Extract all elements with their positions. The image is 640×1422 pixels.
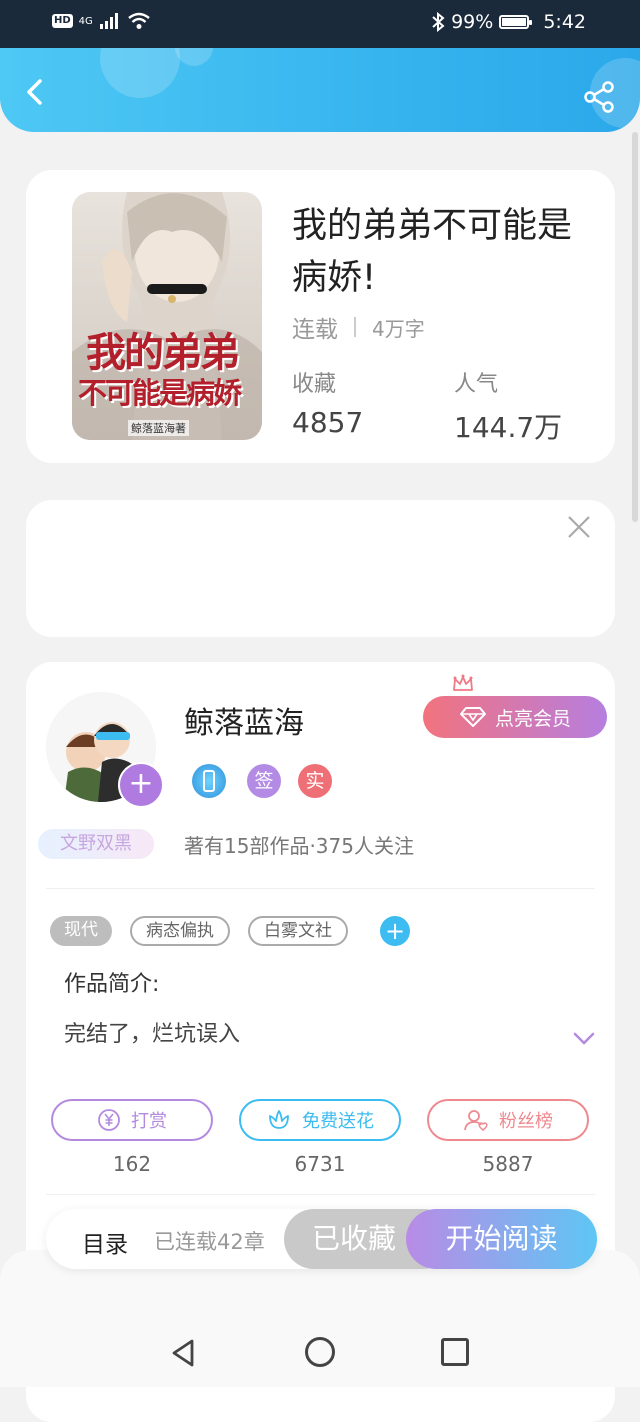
nickname-tag: 文野双黑 — [38, 829, 154, 859]
cover-author-stamp: 鲸落蓝海著 — [128, 420, 189, 436]
divider — [46, 1194, 595, 1195]
popularity-value: 144.7万 — [454, 411, 563, 444]
nav-back-icon[interactable] — [170, 1338, 196, 1368]
fan-rank-button[interactable]: 粉丝榜 — [427, 1099, 589, 1141]
cover-title-line2: 不可能是病娇 — [78, 376, 242, 410]
favorites-label: 收藏 — [292, 372, 337, 397]
decor-bubble — [100, 48, 180, 98]
tag-publisher[interactable]: 白雾文社 — [248, 916, 348, 946]
word-count: 4万字 — [372, 316, 425, 341]
diamond-icon — [459, 707, 486, 727]
tag-obsession[interactable]: 病态偏执 — [130, 916, 230, 946]
toc-button[interactable]: 目录 — [82, 1225, 128, 1259]
fan-count: 5887 — [482, 1152, 534, 1176]
real-name-badge[interactable]: 实 — [298, 764, 332, 798]
close-icon[interactable] — [566, 514, 592, 540]
system-nav-bar — [0, 1250, 640, 1387]
flower-icon — [269, 1110, 289, 1129]
tip-button[interactable]: 打赏 — [51, 1099, 213, 1141]
send-flower-label: 免费送花 — [302, 1111, 374, 1132]
book-meta: 连载 4万字 — [292, 310, 425, 344]
vip-label: 点亮会员 — [494, 707, 571, 730]
decor-bubble — [175, 48, 213, 66]
phone-icon — [203, 770, 215, 792]
popularity-label: 人气 — [454, 372, 499, 397]
signed-badge[interactable]: 签 — [247, 764, 281, 798]
tag-modern[interactable]: 现代 — [50, 916, 112, 946]
meta-divider — [354, 317, 356, 337]
status-bar: HD 4G 99% 5:42 — [0, 0, 640, 48]
bottom-action-bar: 目录 已连载42章 已收藏 开始阅读 — [46, 1209, 597, 1269]
fan-rank-label: 粉丝榜 — [499, 1111, 553, 1132]
ad-banner — [26, 500, 615, 637]
yen-icon — [98, 1109, 120, 1131]
chapter-count[interactable]: 已连载42章 — [154, 1226, 265, 1256]
divider — [46, 888, 595, 889]
intro-text: 完结了，烂坑误入 — [64, 1022, 241, 1047]
tag-list: 现代 病态偏执 白雾文社 + — [50, 916, 410, 946]
nav-recents-icon[interactable] — [441, 1338, 469, 1366]
follow-author-button[interactable]: + — [118, 762, 164, 808]
send-flower-button[interactable]: 免费送花 — [239, 1099, 401, 1141]
book-info-card: 我的弟弟 不可能是病娇 鲸落蓝海著 我的弟弟不可能是病娇! 连载 4万字 收藏 … — [26, 170, 615, 463]
hd-indicator: HD — [52, 14, 73, 28]
signal-icon — [99, 13, 118, 29]
flower-count: 6731 — [294, 1152, 346, 1176]
page-scrollbar[interactable] — [632, 132, 638, 522]
back-chevron-icon[interactable] — [22, 78, 50, 106]
start-reading-button[interactable]: 开始阅读 — [406, 1209, 597, 1269]
vip-button[interactable]: 点亮会员 — [423, 696, 607, 738]
favorites-value: 4857 — [292, 406, 364, 439]
author-name[interactable]: 鲸落蓝海 — [184, 698, 304, 742]
tip-label: 打赏 — [131, 1111, 167, 1132]
network-type: 4G — [78, 15, 93, 27]
nav-home-icon[interactable] — [305, 1337, 335, 1367]
share-icon[interactable] — [582, 80, 616, 114]
fan-icon — [464, 1110, 488, 1131]
app-header — [0, 48, 640, 132]
serial-status: 连载 — [292, 317, 338, 343]
bluetooth-icon — [432, 12, 445, 32]
battery-icon — [499, 15, 533, 29]
book-title: 我的弟弟不可能是病娇! — [292, 206, 573, 298]
clock: 5:42 — [543, 11, 586, 33]
tip-count: 162 — [112, 1152, 152, 1176]
author-stats: 著有15部作品·375人关注 — [184, 834, 414, 858]
add-tag-button[interactable]: + — [380, 916, 410, 946]
battery-percent: 99% — [451, 11, 494, 33]
intro-label: 作品简介: — [64, 972, 160, 997]
book-cover[interactable]: 我的弟弟 不可能是病娇 鲸落蓝海著 — [72, 192, 262, 440]
chevron-down-icon[interactable] — [573, 1032, 595, 1046]
wifi-icon — [128, 12, 150, 29]
crown-icon — [453, 674, 473, 691]
phone-verified-badge[interactable] — [192, 764, 226, 798]
